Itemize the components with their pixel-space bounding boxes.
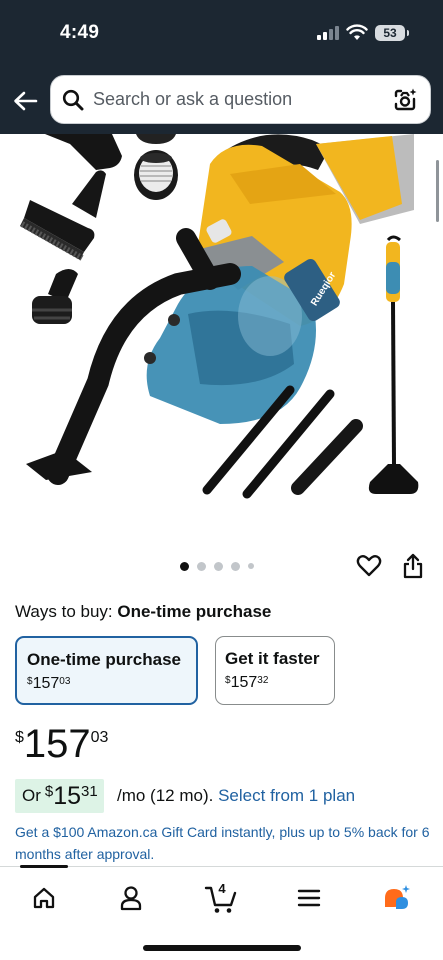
ways-to-buy-value: One-time purchase	[117, 602, 272, 621]
heart-icon[interactable]	[356, 554, 382, 578]
battery-indicator: 53	[375, 25, 409, 41]
home-icon	[33, 887, 55, 909]
hamburger-menu-icon	[297, 889, 321, 907]
signal-icon	[317, 26, 341, 40]
hepa-filter	[134, 150, 178, 200]
option-price: $15732	[225, 674, 269, 691]
nav-account[interactable]	[114, 881, 148, 915]
carousel-dot-1[interactable]	[180, 561, 189, 571]
wifi-icon	[346, 24, 368, 40]
product-page: 4:49 53 Search or ask a question Rueqior…	[0, 0, 443, 960]
header: 4:49 53	[0, 0, 443, 134]
carousel-dot-3[interactable]	[214, 561, 223, 571]
product-image[interactable]: Rueqior	[0, 134, 443, 534]
bottom-nav: 4	[0, 865, 443, 960]
search-input[interactable]	[93, 76, 383, 123]
search-icon	[62, 89, 84, 111]
back-button[interactable]	[10, 88, 40, 114]
cart-count: 4	[218, 881, 226, 896]
price-fraction: 03	[90, 729, 109, 746]
scroll-indicator	[436, 160, 439, 222]
installment-price-badge: Or $15 31	[15, 779, 104, 813]
camera-lens-icon[interactable]	[392, 87, 418, 113]
gift-card-promo-link[interactable]: Get a $100 Amazon.ca Gift Card instantly…	[15, 821, 433, 865]
carousel-dot-5[interactable]	[248, 563, 254, 569]
round-brush	[32, 269, 78, 324]
stick-vacuum	[368, 235, 419, 494]
option-get-it-faster[interactable]: Get it faster $15732	[215, 636, 335, 705]
nav-home[interactable]	[27, 881, 61, 915]
nav-cart[interactable]: 4	[203, 879, 241, 917]
active-tab-indicator	[20, 865, 68, 868]
price-whole: 157	[23, 722, 91, 766]
nav-rufus-assistant[interactable]	[380, 881, 414, 915]
option-title: Get it faster	[225, 649, 320, 668]
ways-to-buy-label: Ways to buy:	[15, 602, 113, 621]
home-indicator	[143, 945, 301, 951]
option-one-time-purchase[interactable]: One-time purchase $15703	[15, 636, 198, 705]
price-currency: $	[15, 729, 24, 746]
ways-to-buy: Ways to buy: One-time purchase	[15, 602, 271, 622]
share-icon[interactable]	[401, 553, 425, 579]
brush-nozzle	[20, 170, 106, 261]
status-time: 4:49	[60, 22, 100, 43]
product-price: $15703	[15, 722, 108, 767]
carousel-dot-2[interactable]	[197, 561, 206, 571]
search-bar[interactable]	[50, 75, 431, 124]
image-carousel-dots[interactable]	[180, 561, 254, 571]
assistant-icon	[385, 885, 410, 909]
option-title: One-time purchase	[27, 650, 181, 669]
installment-term: /mo (12 mo). Select from 1 plan	[117, 786, 356, 805]
select-plan-link[interactable]: Select from 1 plan	[218, 786, 355, 805]
option-price: $15703	[27, 675, 71, 692]
person-icon	[120, 886, 142, 911]
back-arrow-icon	[14, 91, 38, 111]
carousel-dot-4[interactable]	[231, 561, 240, 571]
nav-menu[interactable]	[292, 881, 326, 915]
